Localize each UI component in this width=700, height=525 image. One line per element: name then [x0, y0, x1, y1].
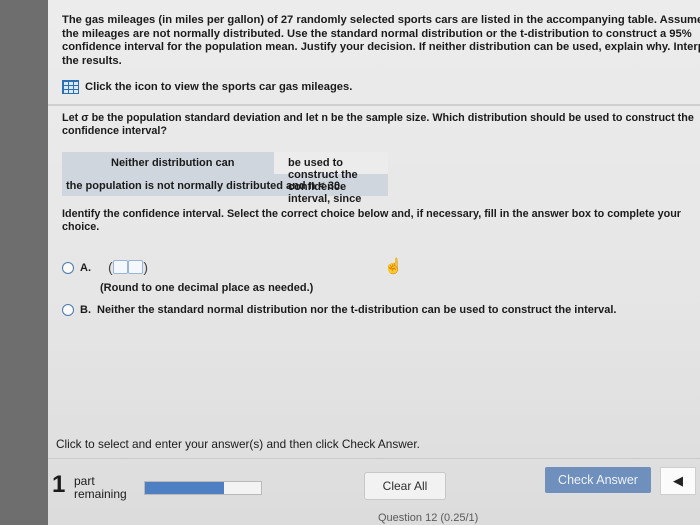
option-b-text: Neither the standard normal distribution…: [97, 304, 617, 316]
question-interval: Identify the confidence interval. Select…: [62, 208, 692, 235]
question-distribution: Let σ be the population standard deviati…: [62, 112, 694, 139]
answer-reason-choice[interactable]: the population is not normally distribut…: [66, 180, 343, 192]
interval-answer-inputs: ( ): [108, 259, 148, 275]
open-paren: (: [108, 259, 113, 275]
question-line: choice.: [62, 221, 100, 234]
progress-fill: [145, 482, 224, 494]
check-answer-button[interactable]: Check Answer: [545, 467, 651, 493]
option-b-radio[interactable]: [62, 304, 74, 316]
rounding-note: (Round to one decimal place as needed.): [100, 282, 314, 294]
question-panel: The gas mileages (in miles per gallon) o…: [48, 0, 700, 525]
option-a-radio[interactable]: [62, 262, 74, 274]
question-line: confidence interval?: [62, 125, 167, 138]
footer-divider: [48, 458, 700, 459]
table-icon[interactable]: [62, 80, 79, 94]
question-line: Identify the confidence interval. Select…: [62, 208, 681, 220]
progress-bar: [144, 481, 262, 495]
clear-all-button[interactable]: Clear All: [364, 472, 446, 500]
option-b-label: B.: [80, 304, 91, 316]
interval-upper-input[interactable]: [128, 260, 144, 274]
problem-statement: The gas mileages (in miles per gallon) o…: [62, 14, 700, 68]
left-dark-border: [0, 0, 48, 525]
previous-arrow-button[interactable]: ◀: [660, 467, 696, 495]
parts-remaining-label: part remaining: [74, 475, 127, 501]
data-table-link-text[interactable]: Click the icon to view the sports car ga…: [85, 81, 352, 93]
interval-lower-input[interactable]: [112, 260, 128, 274]
problem-line: confidence interval for the population m…: [62, 41, 700, 54]
section-divider: [48, 104, 700, 106]
problem-line: the results.: [62, 54, 122, 67]
parts-label-line2: remaining: [74, 487, 127, 501]
problem-line: the mileages are not normally distribute…: [62, 27, 692, 40]
data-table-link[interactable]: Click the icon to view the sports car ga…: [62, 80, 352, 94]
instruction-text: Click to select and enter your answer(s)…: [56, 437, 420, 451]
next-question-label[interactable]: Question 12 (0.25/1): [378, 512, 478, 524]
close-paren: ): [143, 259, 148, 275]
question-line: Let σ be the population standard deviati…: [62, 112, 694, 124]
pointer-hand-icon: ☝: [384, 258, 403, 275]
option-a[interactable]: A.: [62, 262, 91, 274]
problem-line: The gas mileages (in miles per gallon) o…: [62, 14, 700, 26]
distribution-answer-box[interactable]: Neither distribution can be used to cons…: [62, 152, 388, 205]
parts-remaining-count: 1: [52, 471, 66, 498]
answer-dropdown-choice[interactable]: Neither distribution can: [111, 157, 234, 169]
option-a-label: A.: [80, 262, 91, 274]
option-b[interactable]: B. Neither the standard normal distribut…: [62, 304, 617, 316]
